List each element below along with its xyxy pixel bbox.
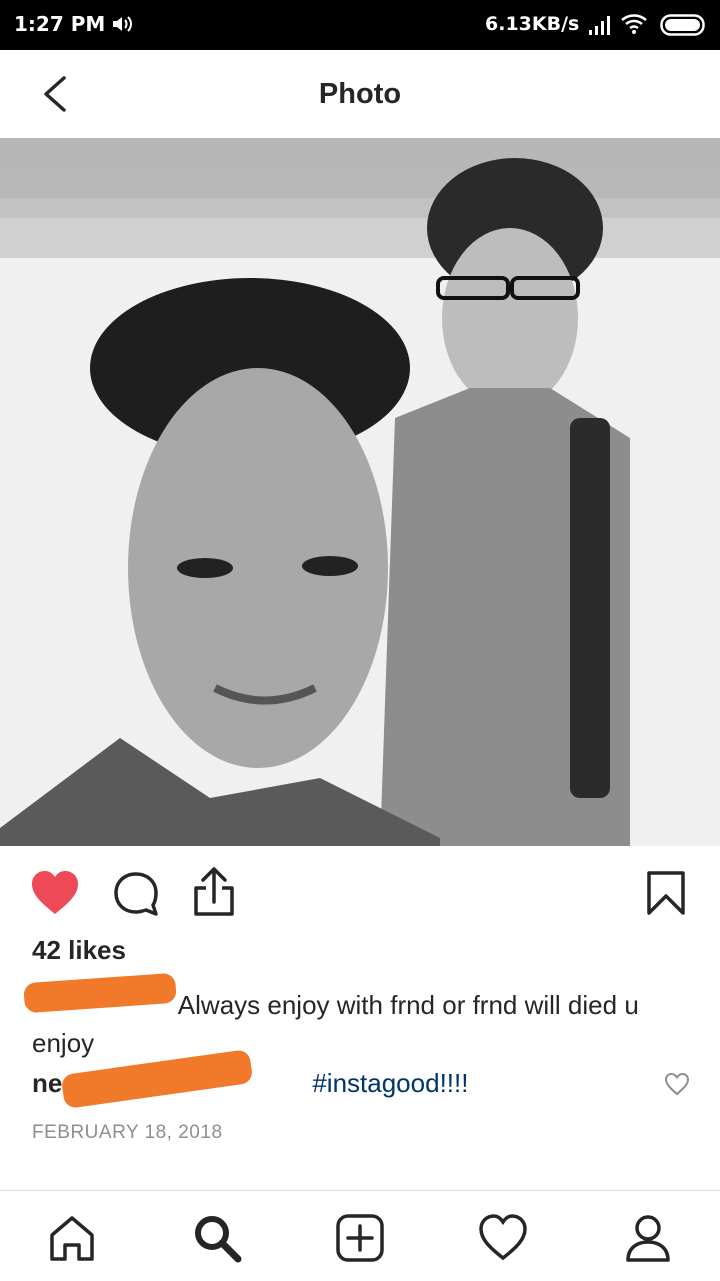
likes-count[interactable]: 42 likes xyxy=(32,935,126,966)
top-header: Photo xyxy=(0,50,720,138)
add-post-icon[interactable] xyxy=(335,1213,385,1263)
share-icon[interactable] xyxy=(190,866,238,918)
volume-icon xyxy=(113,16,132,32)
signal-icon xyxy=(589,16,610,35)
bookmark-icon[interactable] xyxy=(646,870,686,916)
post-actions xyxy=(0,846,720,936)
comment-bubble-icon[interactable] xyxy=(112,870,160,918)
status-time: 1:27 PM xyxy=(14,12,106,36)
comment-username[interactable]: ne xyxy=(32,1068,62,1098)
activity-heart-icon[interactable] xyxy=(478,1213,528,1263)
heart-filled-icon[interactable] xyxy=(30,870,80,916)
comment-hashtag[interactable]: #instagood!!!! xyxy=(312,1068,468,1098)
bottom-navigation xyxy=(0,1190,720,1281)
page-title: Photo xyxy=(318,78,402,110)
heart-outline-icon[interactable] xyxy=(664,1072,690,1096)
post-photo[interactable] xyxy=(0,138,720,846)
status-bar: 1:27 PM 6.13KB/s xyxy=(0,0,720,50)
post-date: FEBRUARY 18, 2018 xyxy=(32,1122,223,1143)
profile-icon[interactable] xyxy=(623,1213,673,1263)
search-icon[interactable] xyxy=(192,1213,242,1263)
wifi-icon xyxy=(621,14,647,34)
battery-icon xyxy=(660,14,705,36)
network-speed: 6.13KB/s xyxy=(485,13,580,35)
home-icon[interactable] xyxy=(47,1213,97,1263)
